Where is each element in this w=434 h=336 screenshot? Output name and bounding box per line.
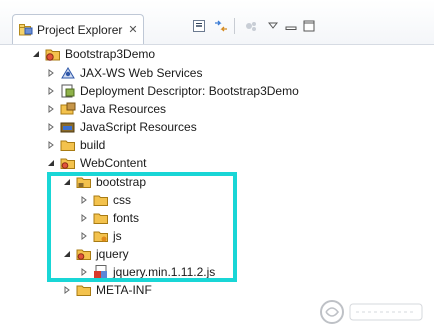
toolbar-separator [234,18,235,34]
web-folder-icon [60,156,76,170]
chevron-down-icon[interactable] [30,48,42,60]
folder-icon [93,193,109,207]
tree-item-css[interactable]: css [78,191,131,209]
deployment-descriptor-icon [60,84,76,98]
focus-icon[interactable] [242,17,260,35]
tree-item-jaxws[interactable]: JAX-WS Web Services [45,64,202,82]
tree-label: css [113,193,131,207]
chevron-right-icon[interactable] [45,85,57,97]
web-folder-icon [76,247,92,261]
chevron-right-icon[interactable] [78,194,90,206]
tab-label: Project Explorer [37,22,123,37]
tree-label: jquery [96,247,129,261]
web-project-icon [45,47,61,61]
chevron-right-icon[interactable] [78,266,90,278]
javascript-file-icon [93,265,109,279]
folder-icon [60,138,76,152]
tree-item-jquery[interactable]: jquery [61,245,129,263]
tree-item-project[interactable]: Bootstrap3Demo [30,45,155,63]
tree-item-javascript-resources[interactable]: JavaScript Resources [45,118,197,136]
tree-item-bootstrap[interactable]: bootstrap [61,173,146,191]
chevron-right-icon[interactable] [45,67,57,79]
tree-item-jquery-file[interactable]: jquery.min.1.11.2.js [78,263,215,281]
tree-item-webcontent[interactable]: WebContent [45,154,147,172]
chevron-down-icon[interactable] [45,157,57,169]
tree-label: META-INF [96,283,152,297]
tree-label: fonts [113,211,140,225]
collapse-all-icon[interactable] [190,17,208,35]
tree-label: bootstrap [96,175,147,189]
tree-item-java-resources[interactable]: Java Resources [45,100,166,118]
tree-label: JAX-WS Web Services [80,66,203,80]
tree-label: Java Resources [80,102,167,116]
tree-label: Bootstrap3Demo [65,47,156,61]
view-menu-icon[interactable] [264,17,282,35]
folder-icon [76,283,92,297]
tree-item-build[interactable]: build [45,136,105,154]
chevron-right-icon[interactable] [45,103,57,115]
tree-label: js [113,229,122,243]
link-with-editor-icon[interactable] [212,17,230,35]
tree-label: jquery.min.1.11.2.js [113,265,216,279]
maximize-icon[interactable] [300,17,318,35]
minimize-icon[interactable] [282,17,300,35]
javascript-resources-icon [60,120,76,134]
java-resources-icon [60,102,76,116]
project-explorer-icon [19,23,33,36]
chevron-right-icon[interactable] [45,139,57,151]
chevron-right-icon[interactable] [45,121,57,133]
close-icon[interactable]: ✕ [128,23,137,36]
tree-item-deployment-descriptor[interactable]: Deployment Descriptor: Bootstrap3Demo [45,82,299,100]
tree-item-js[interactable]: js [78,227,122,245]
web-services-icon [60,66,76,80]
tab-project-explorer[interactable]: Project Explorer ✕ [12,14,144,44]
watermark-logo [318,296,428,328]
view-header: Project Explorer ✕ [0,0,434,45]
tree-label: build [80,138,106,152]
tree-item-meta-inf[interactable]: META-INF [61,281,152,299]
tree-label: Deployment Descriptor: Bootstrap3Demo [80,84,299,98]
chevron-down-icon[interactable] [61,248,73,260]
tree-item-fonts[interactable]: fonts [78,209,139,227]
chevron-right-icon[interactable] [61,284,73,296]
js-source-folder-icon [76,175,92,189]
chevron-right-icon[interactable] [78,230,90,242]
tree-label: WebContent [80,156,147,170]
folder-icon [93,211,109,225]
tree-label: JavaScript Resources [80,120,197,134]
chevron-right-icon[interactable] [78,212,90,224]
chevron-down-icon[interactable] [61,176,73,188]
js-package-folder-icon [93,229,109,243]
